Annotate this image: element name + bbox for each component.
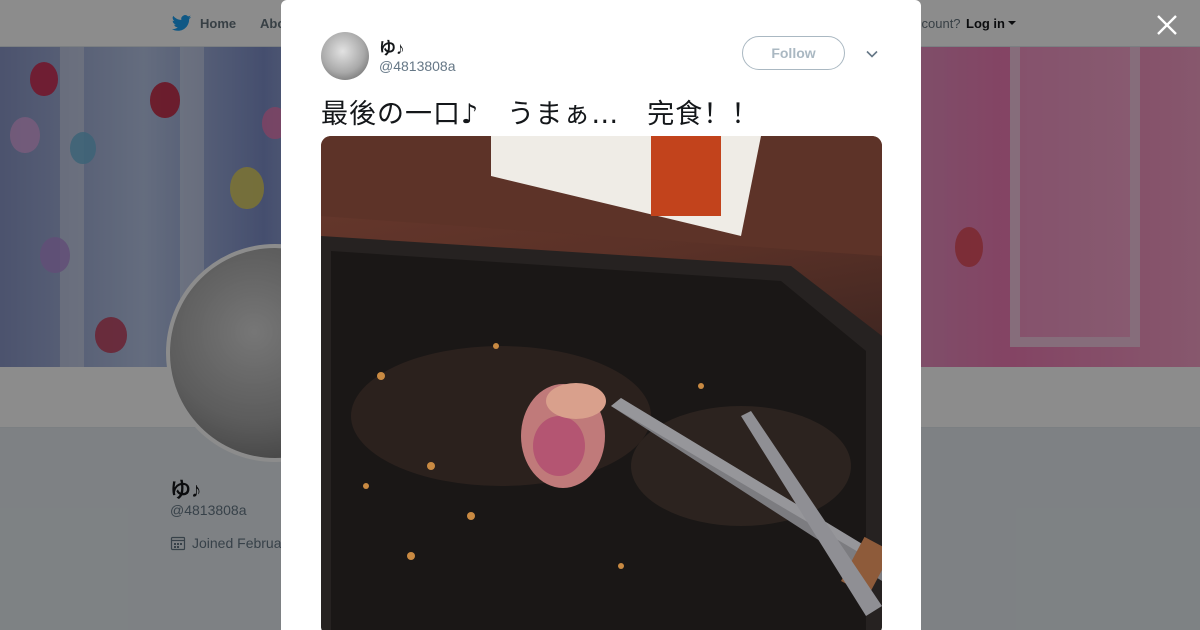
photo-illustration <box>321 136 882 630</box>
tweet-modal: ゆ♪ @4813808a Follow 最後の一口♪ うまぁ… 完食！！ <box>281 0 921 630</box>
follow-button[interactable]: Follow <box>742 36 845 70</box>
author-avatar[interactable] <box>321 32 369 80</box>
author-handle[interactable]: @4813808a <box>379 58 456 74</box>
tweet-options-button[interactable] <box>864 46 880 62</box>
close-icon <box>1157 15 1177 35</box>
tweet-text: 最後の一口♪ うまぁ… 完食！！ <box>321 99 760 130</box>
chevron-down-icon <box>866 50 878 58</box>
author-name[interactable]: ゆ♪ <box>379 34 405 59</box>
tweet-photo[interactable] <box>321 136 882 630</box>
close-modal-button[interactable] <box>1154 12 1180 38</box>
